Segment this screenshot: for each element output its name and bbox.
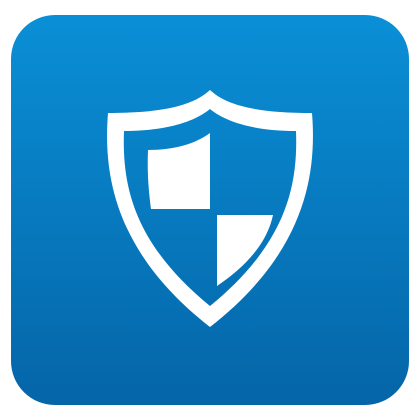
app-icon-tile[interactable] — [11, 15, 409, 405]
icon-canvas — [0, 0, 420, 420]
shield-icon — [11, 15, 409, 405]
tile-background — [11, 15, 409, 405]
